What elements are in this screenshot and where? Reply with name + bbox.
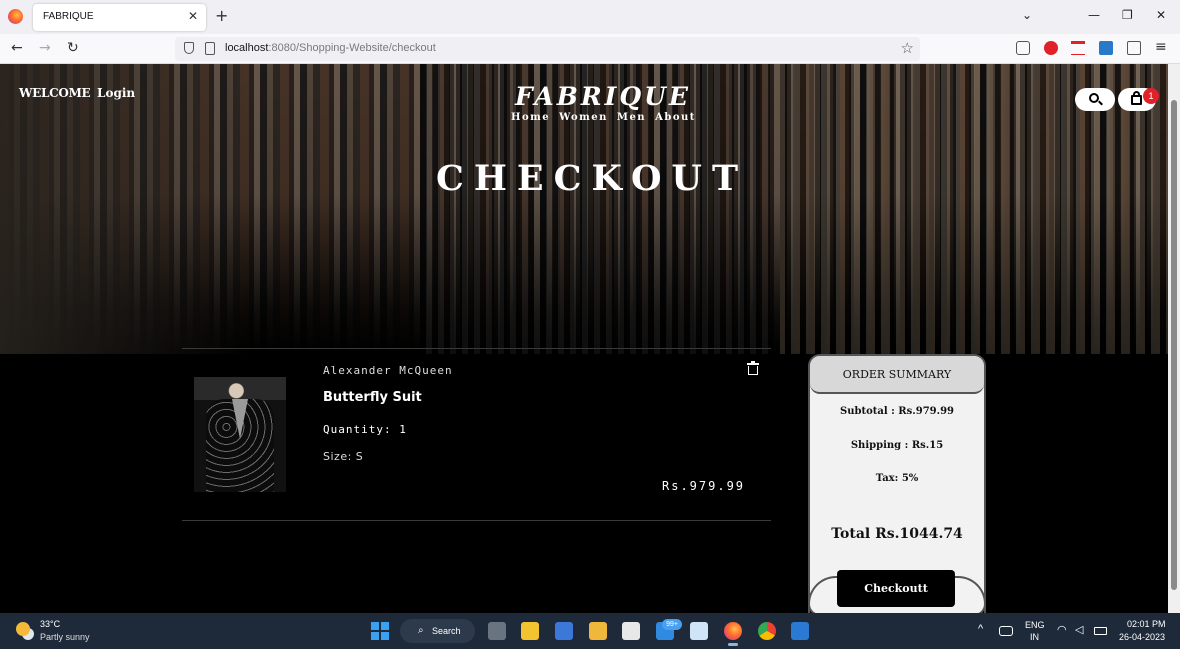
- weather-icon[interactable]: [16, 622, 30, 636]
- weather-description[interactable]: Partly sunny: [40, 632, 90, 642]
- battery-icon[interactable]: [1094, 627, 1107, 635]
- tab-title: FABRIQUE: [43, 11, 94, 22]
- search-icon: ⌕: [418, 625, 424, 636]
- main-nav: Home Women Men About: [511, 112, 705, 123]
- close-window-icon[interactable]: ✕: [1156, 8, 1166, 22]
- total-text: Total Rs.1044.74: [831, 526, 963, 542]
- clock-date[interactable]: 26-04-2023: [1119, 632, 1165, 642]
- product-name: Butterfly Suit: [323, 390, 422, 405]
- chrome-icon[interactable]: [758, 622, 776, 640]
- nav-women[interactable]: Women: [559, 112, 608, 123]
- bookmark-star-icon[interactable]: ☆: [901, 39, 914, 57]
- search-button[interactable]: [1075, 88, 1115, 111]
- browser-tab-bar: FABRIQUE ✕ + ⌄ — ❐ ✕: [0, 0, 1180, 34]
- clock-time[interactable]: 02:01 PM: [1127, 619, 1166, 629]
- browser-tab[interactable]: FABRIQUE ✕: [33, 4, 206, 31]
- nav-home[interactable]: Home: [511, 112, 550, 123]
- address-bar[interactable]: localhost:8080/Shopping-Website/checkout…: [175, 37, 920, 61]
- sticky-notes-icon[interactable]: [521, 622, 539, 640]
- tax-text: Tax: 5%: [875, 473, 919, 484]
- nav-about[interactable]: About: [655, 112, 696, 123]
- vscode-icon[interactable]: [791, 622, 809, 640]
- notepad-icon[interactable]: [690, 622, 708, 640]
- page-title: CHECKOUT: [436, 158, 748, 199]
- active-app-indicator: [728, 643, 738, 646]
- product-quantity: Quantity: 1: [323, 423, 407, 436]
- firefox-icon[interactable]: [8, 9, 23, 24]
- start-icon[interactable]: [371, 622, 389, 640]
- divider: [182, 520, 771, 521]
- extensions-puzzle-icon[interactable]: [1127, 41, 1141, 55]
- weather-temperature[interactable]: 33°C: [40, 619, 60, 629]
- file-explorer-icon[interactable]: [589, 622, 607, 640]
- task-view-icon[interactable]: [488, 622, 506, 640]
- nav-men[interactable]: Men: [617, 112, 646, 123]
- opera-extension-icon[interactable]: [1044, 41, 1058, 55]
- checkout-button[interactable]: Checkoutt: [837, 570, 955, 607]
- login-link[interactable]: Login: [97, 86, 135, 100]
- back-icon[interactable]: ←: [11, 40, 23, 56]
- taskbar-search[interactable]: ⌕ Search: [400, 619, 475, 643]
- region-indicator[interactable]: IN: [1030, 632, 1039, 642]
- windows-taskbar: 33°C Partly sunny ⌕ Search ^ ENG IN ◠ ◁ …: [0, 613, 1180, 649]
- reload-icon[interactable]: ↻: [67, 40, 79, 56]
- firefox-icon[interactable]: [724, 622, 742, 640]
- new-tab-icon[interactable]: +: [215, 6, 228, 25]
- order-summary-header: ORDER SUMMARY: [810, 356, 984, 394]
- forward-icon[interactable]: →: [39, 40, 51, 56]
- tab-close-icon[interactable]: ✕: [188, 9, 198, 23]
- extension-icon[interactable]: [1071, 41, 1085, 55]
- page-info-icon[interactable]: [205, 42, 215, 55]
- mail-badge: 99+: [662, 619, 682, 630]
- scrollbar-thumb[interactable]: [1171, 100, 1177, 590]
- subtotal-text: Subtotal : Rs.979.99: [839, 406, 955, 417]
- product-brand: Alexander McQueen: [323, 364, 453, 377]
- page: WELCOME Login FABRIQUE Home Women Men About…: [0, 64, 1168, 613]
- tray-chevron-icon[interactable]: ^: [978, 623, 983, 635]
- brand-logo[interactable]: FABRIQUE: [510, 82, 696, 111]
- cart-count-badge: 1: [1143, 88, 1159, 104]
- volume-icon[interactable]: ◁: [1075, 623, 1083, 636]
- shopping-bag-icon: [1131, 95, 1142, 105]
- shield-icon[interactable]: [184, 42, 194, 54]
- language-indicator[interactable]: ENG: [1025, 620, 1045, 630]
- snipping-tool-icon[interactable]: [622, 622, 640, 640]
- wifi-icon[interactable]: ◠: [1057, 623, 1067, 636]
- minimize-icon[interactable]: —: [1088, 8, 1100, 22]
- shipping-text: Shipping : Rs.15: [850, 440, 944, 451]
- browser-toolbar: ← → ↻ localhost:8080/Shopping-Website/ch…: [0, 34, 1180, 64]
- tab-list-chevron-icon[interactable]: ⌄: [1022, 8, 1032, 22]
- screenshot-extension-icon[interactable]: [1099, 41, 1113, 55]
- keyboard-icon[interactable]: [999, 626, 1013, 636]
- pocket-icon[interactable]: [1016, 41, 1030, 55]
- restore-icon[interactable]: ❐: [1122, 8, 1133, 22]
- store-icon[interactable]: [555, 622, 573, 640]
- url-text[interactable]: localhost:8080/Shopping-Website/checkout: [225, 42, 436, 54]
- product-size: Size: S: [323, 450, 364, 463]
- trash-icon[interactable]: [747, 361, 759, 375]
- menu-icon[interactable]: ≡: [1155, 39, 1167, 55]
- welcome-text: WELCOME: [19, 86, 91, 100]
- product-price: Rs.979.99: [662, 479, 746, 493]
- product-image: [194, 377, 286, 492]
- divider: [182, 348, 771, 349]
- order-summary-title: ORDER SUMMARY: [842, 368, 952, 381]
